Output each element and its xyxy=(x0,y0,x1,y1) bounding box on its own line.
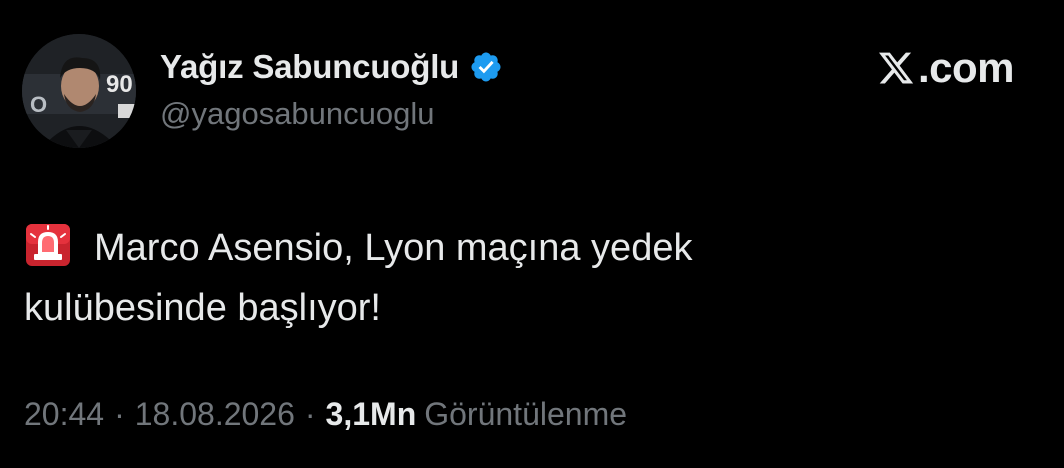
brand-mark: .com xyxy=(876,44,1015,92)
verified-badge-icon[interactable] xyxy=(469,50,503,84)
author-name-row: Yağız Sabuncuoğlu xyxy=(160,44,503,90)
tweet-text: Marco Asensio, Lyon maçına yedek kulübes… xyxy=(24,218,1024,338)
avatar[interactable]: O 90 xyxy=(22,34,136,148)
view-count[interactable]: 3,1Mn xyxy=(326,396,417,433)
author-display-name[interactable]: Yağız Sabuncuoğlu xyxy=(160,48,459,86)
meta-separator: · xyxy=(304,396,316,432)
meta-separator: · xyxy=(114,396,125,432)
tweet-date[interactable]: 18.08.2026 xyxy=(135,396,295,433)
tweet-text-line-1: Marco Asensio, Lyon maçına yedek xyxy=(94,227,693,269)
tweet-meta: 20:44 · 18.08.2026 · 3,1Mn Görüntülenme xyxy=(24,396,627,433)
author-handle[interactable]: @yagosabuncuoglu xyxy=(160,96,435,132)
svg-text:O: O xyxy=(30,92,47,117)
rotating-light-siren-icon xyxy=(24,222,72,268)
tweet-time[interactable]: 20:44 xyxy=(24,396,104,433)
avatar-image: O 90 xyxy=(22,34,136,148)
tweet-text-line-2: kulübesinde başlıyor! xyxy=(24,287,381,329)
brand-domain-text: .com xyxy=(917,44,1015,91)
svg-text:90: 90 xyxy=(106,71,133,98)
tweet-card: O 90 Yağız Sabuncuoğlu @yagosabuncuoglu … xyxy=(0,0,1064,468)
view-label: Görüntülenme xyxy=(424,396,628,432)
x-logo-icon xyxy=(876,49,916,87)
